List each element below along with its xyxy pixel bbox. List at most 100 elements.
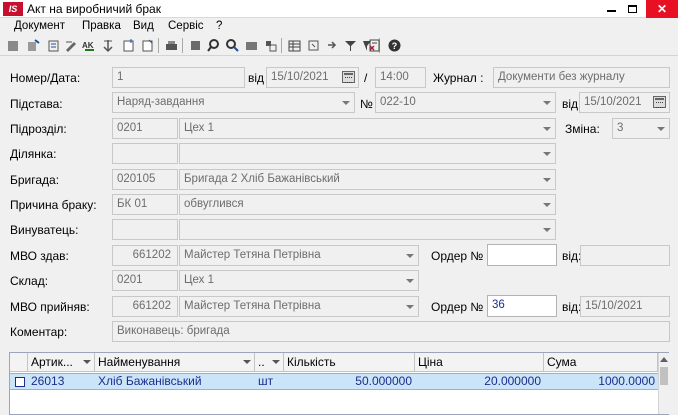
table-row[interactable]: 26013 Хліб Бажанівський шт 50.000000 20.… bbox=[10, 373, 658, 390]
mvo-out-name-select[interactable]: Майстер Тетяна Петрівна bbox=[179, 245, 419, 266]
toolbar-separator bbox=[158, 38, 159, 53]
copy-doc-icon[interactable] bbox=[26, 38, 41, 53]
division-code-field[interactable]: 0201 bbox=[112, 118, 178, 139]
column-unit[interactable]: .. bbox=[255, 353, 284, 372]
mvo-out-order-input[interactable] bbox=[487, 244, 557, 266]
chevron-down-icon[interactable] bbox=[543, 101, 551, 105]
section-label: Ділянка: bbox=[10, 147, 57, 161]
column-name[interactable]: Найменування bbox=[95, 353, 255, 372]
calendar-icon[interactable] bbox=[342, 71, 355, 83]
menu-document[interactable]: Документ bbox=[14, 20, 65, 32]
mvo-out-from-label: від: bbox=[562, 249, 582, 263]
chevron-down-icon[interactable] bbox=[543, 203, 551, 207]
culprit-name-select[interactable] bbox=[179, 219, 556, 240]
menu-service[interactable]: Сервіс bbox=[168, 20, 204, 32]
chevron-down-icon[interactable] bbox=[342, 101, 350, 105]
date-field[interactable]: 15/10/2021 bbox=[266, 67, 359, 88]
row-checkbox[interactable] bbox=[15, 377, 25, 387]
basis-from-label: від bbox=[562, 97, 579, 111]
scroll-up-icon[interactable] bbox=[660, 357, 668, 362]
brigade-code-field[interactable]: 020105 bbox=[112, 169, 178, 190]
print-icon[interactable] bbox=[164, 38, 179, 53]
find-next-icon[interactable] bbox=[225, 38, 240, 53]
scroll-thumb[interactable] bbox=[660, 367, 668, 385]
defect-reason-name-select[interactable]: обвуглився bbox=[179, 194, 556, 215]
toolbar-separator bbox=[182, 38, 183, 53]
menu-view[interactable]: Вид bbox=[133, 20, 154, 32]
mvo-in-date-field[interactable]: 15/10/2021 bbox=[580, 296, 670, 317]
calendar-icon[interactable] bbox=[653, 96, 666, 108]
chevron-down-icon[interactable] bbox=[657, 127, 665, 131]
svg-text:AK: AK bbox=[82, 41, 94, 50]
chevron-down-icon[interactable] bbox=[83, 360, 91, 364]
basis-no-label: № bbox=[360, 97, 373, 111]
mvo-in-order-input[interactable]: 36 bbox=[487, 295, 557, 317]
number-date-label: Номер/Дата: bbox=[10, 71, 81, 85]
shift-select[interactable]: 3 bbox=[612, 118, 670, 139]
chevron-down-icon[interactable] bbox=[406, 305, 414, 309]
chevron-down-icon[interactable] bbox=[543, 178, 551, 182]
maximize-button[interactable] bbox=[620, 0, 646, 18]
mvo-in-code-field[interactable]: 661202 bbox=[112, 296, 178, 317]
mvo-out-date-field[interactable] bbox=[580, 245, 670, 266]
time-field[interactable]: 14:00 bbox=[375, 67, 426, 88]
comment-field[interactable]: Виконавець: бригада bbox=[112, 321, 670, 342]
section-code-field[interactable] bbox=[112, 143, 178, 164]
shift-label: Зміна: bbox=[565, 122, 600, 136]
basis-label: Підстава: bbox=[10, 97, 63, 111]
warehouse-label: Склад: bbox=[10, 274, 49, 288]
mvo-in-order-label: Ордер № bbox=[431, 300, 484, 314]
section-name-select[interactable] bbox=[179, 143, 556, 164]
defect-reason-code-field[interactable]: БК 01 bbox=[112, 194, 178, 215]
chevron-down-icon[interactable] bbox=[543, 228, 551, 232]
chevron-down-icon[interactable] bbox=[243, 360, 251, 364]
column-quantity[interactable]: Кількість bbox=[284, 353, 415, 372]
chevron-down-icon[interactable] bbox=[543, 152, 551, 156]
mvo-in-label: МВО прийняв: bbox=[10, 300, 90, 314]
mvo-out-label: МВО здав: bbox=[10, 249, 69, 263]
mvo-out-code-field[interactable]: 661202 bbox=[112, 245, 178, 266]
column-price[interactable]: Ціна bbox=[415, 353, 544, 372]
chevron-down-icon[interactable] bbox=[543, 127, 551, 131]
mvo-in-name-select[interactable]: Майстер Тетяна Петрівна bbox=[179, 296, 419, 317]
division-name-select[interactable]: Цех 1 bbox=[179, 118, 556, 139]
journal-field[interactable]: Документи без журналу bbox=[493, 67, 670, 88]
chevron-down-icon[interactable] bbox=[406, 254, 414, 258]
column-sum[interactable]: Сума bbox=[544, 353, 658, 372]
close-button[interactable]: ✕ bbox=[646, 0, 678, 18]
culprit-code-field[interactable] bbox=[112, 219, 178, 240]
find-icon[interactable] bbox=[206, 38, 221, 53]
chevron-down-icon[interactable] bbox=[272, 360, 280, 364]
help-icon[interactable]: ? bbox=[387, 38, 402, 53]
new-doc-icon[interactable] bbox=[6, 38, 21, 53]
move-icon[interactable] bbox=[101, 38, 116, 53]
delete-icon[interactable] bbox=[188, 38, 203, 53]
basis-select[interactable]: Наряд-завдання bbox=[112, 92, 355, 113]
table-icon[interactable] bbox=[287, 38, 302, 53]
warehouse-code-field[interactable]: 0201 bbox=[112, 270, 178, 291]
page-add-icon[interactable] bbox=[121, 38, 136, 53]
menu-edit[interactable]: Правка bbox=[82, 20, 121, 32]
sort-az-icon[interactable]: AK bbox=[82, 38, 97, 53]
column-article[interactable]: Артик... bbox=[28, 353, 95, 372]
basis-date-field[interactable]: 15/10/2021 bbox=[579, 92, 670, 113]
basis-no-select[interactable]: 022-10 bbox=[375, 92, 556, 113]
cell-sum: 1000.0000 bbox=[598, 374, 655, 388]
page-icon[interactable] bbox=[140, 38, 155, 53]
number-field[interactable]: 1 bbox=[112, 67, 245, 88]
warehouse-name-select[interactable]: Цех 1 bbox=[179, 270, 419, 291]
filter-off-icon[interactable] bbox=[244, 38, 259, 53]
chevron-down-icon[interactable] bbox=[406, 279, 414, 283]
culprit-label: Винуватець: bbox=[10, 223, 79, 237]
calculator-icon[interactable] bbox=[367, 38, 382, 53]
vertical-scrollbar[interactable] bbox=[658, 353, 669, 414]
menu-help[interactable]: ? bbox=[216, 20, 222, 32]
pin-icon[interactable] bbox=[263, 38, 278, 53]
cell-quantity: 50.000000 bbox=[355, 374, 412, 388]
filter-icon[interactable] bbox=[343, 38, 358, 53]
refresh-icon[interactable] bbox=[306, 38, 321, 53]
insert-icon[interactable] bbox=[46, 38, 61, 53]
brigade-name-select[interactable]: Бригада 2 Хліб Бажанівський bbox=[179, 169, 556, 190]
export-icon[interactable] bbox=[325, 38, 340, 53]
edit-icon[interactable] bbox=[64, 38, 79, 53]
